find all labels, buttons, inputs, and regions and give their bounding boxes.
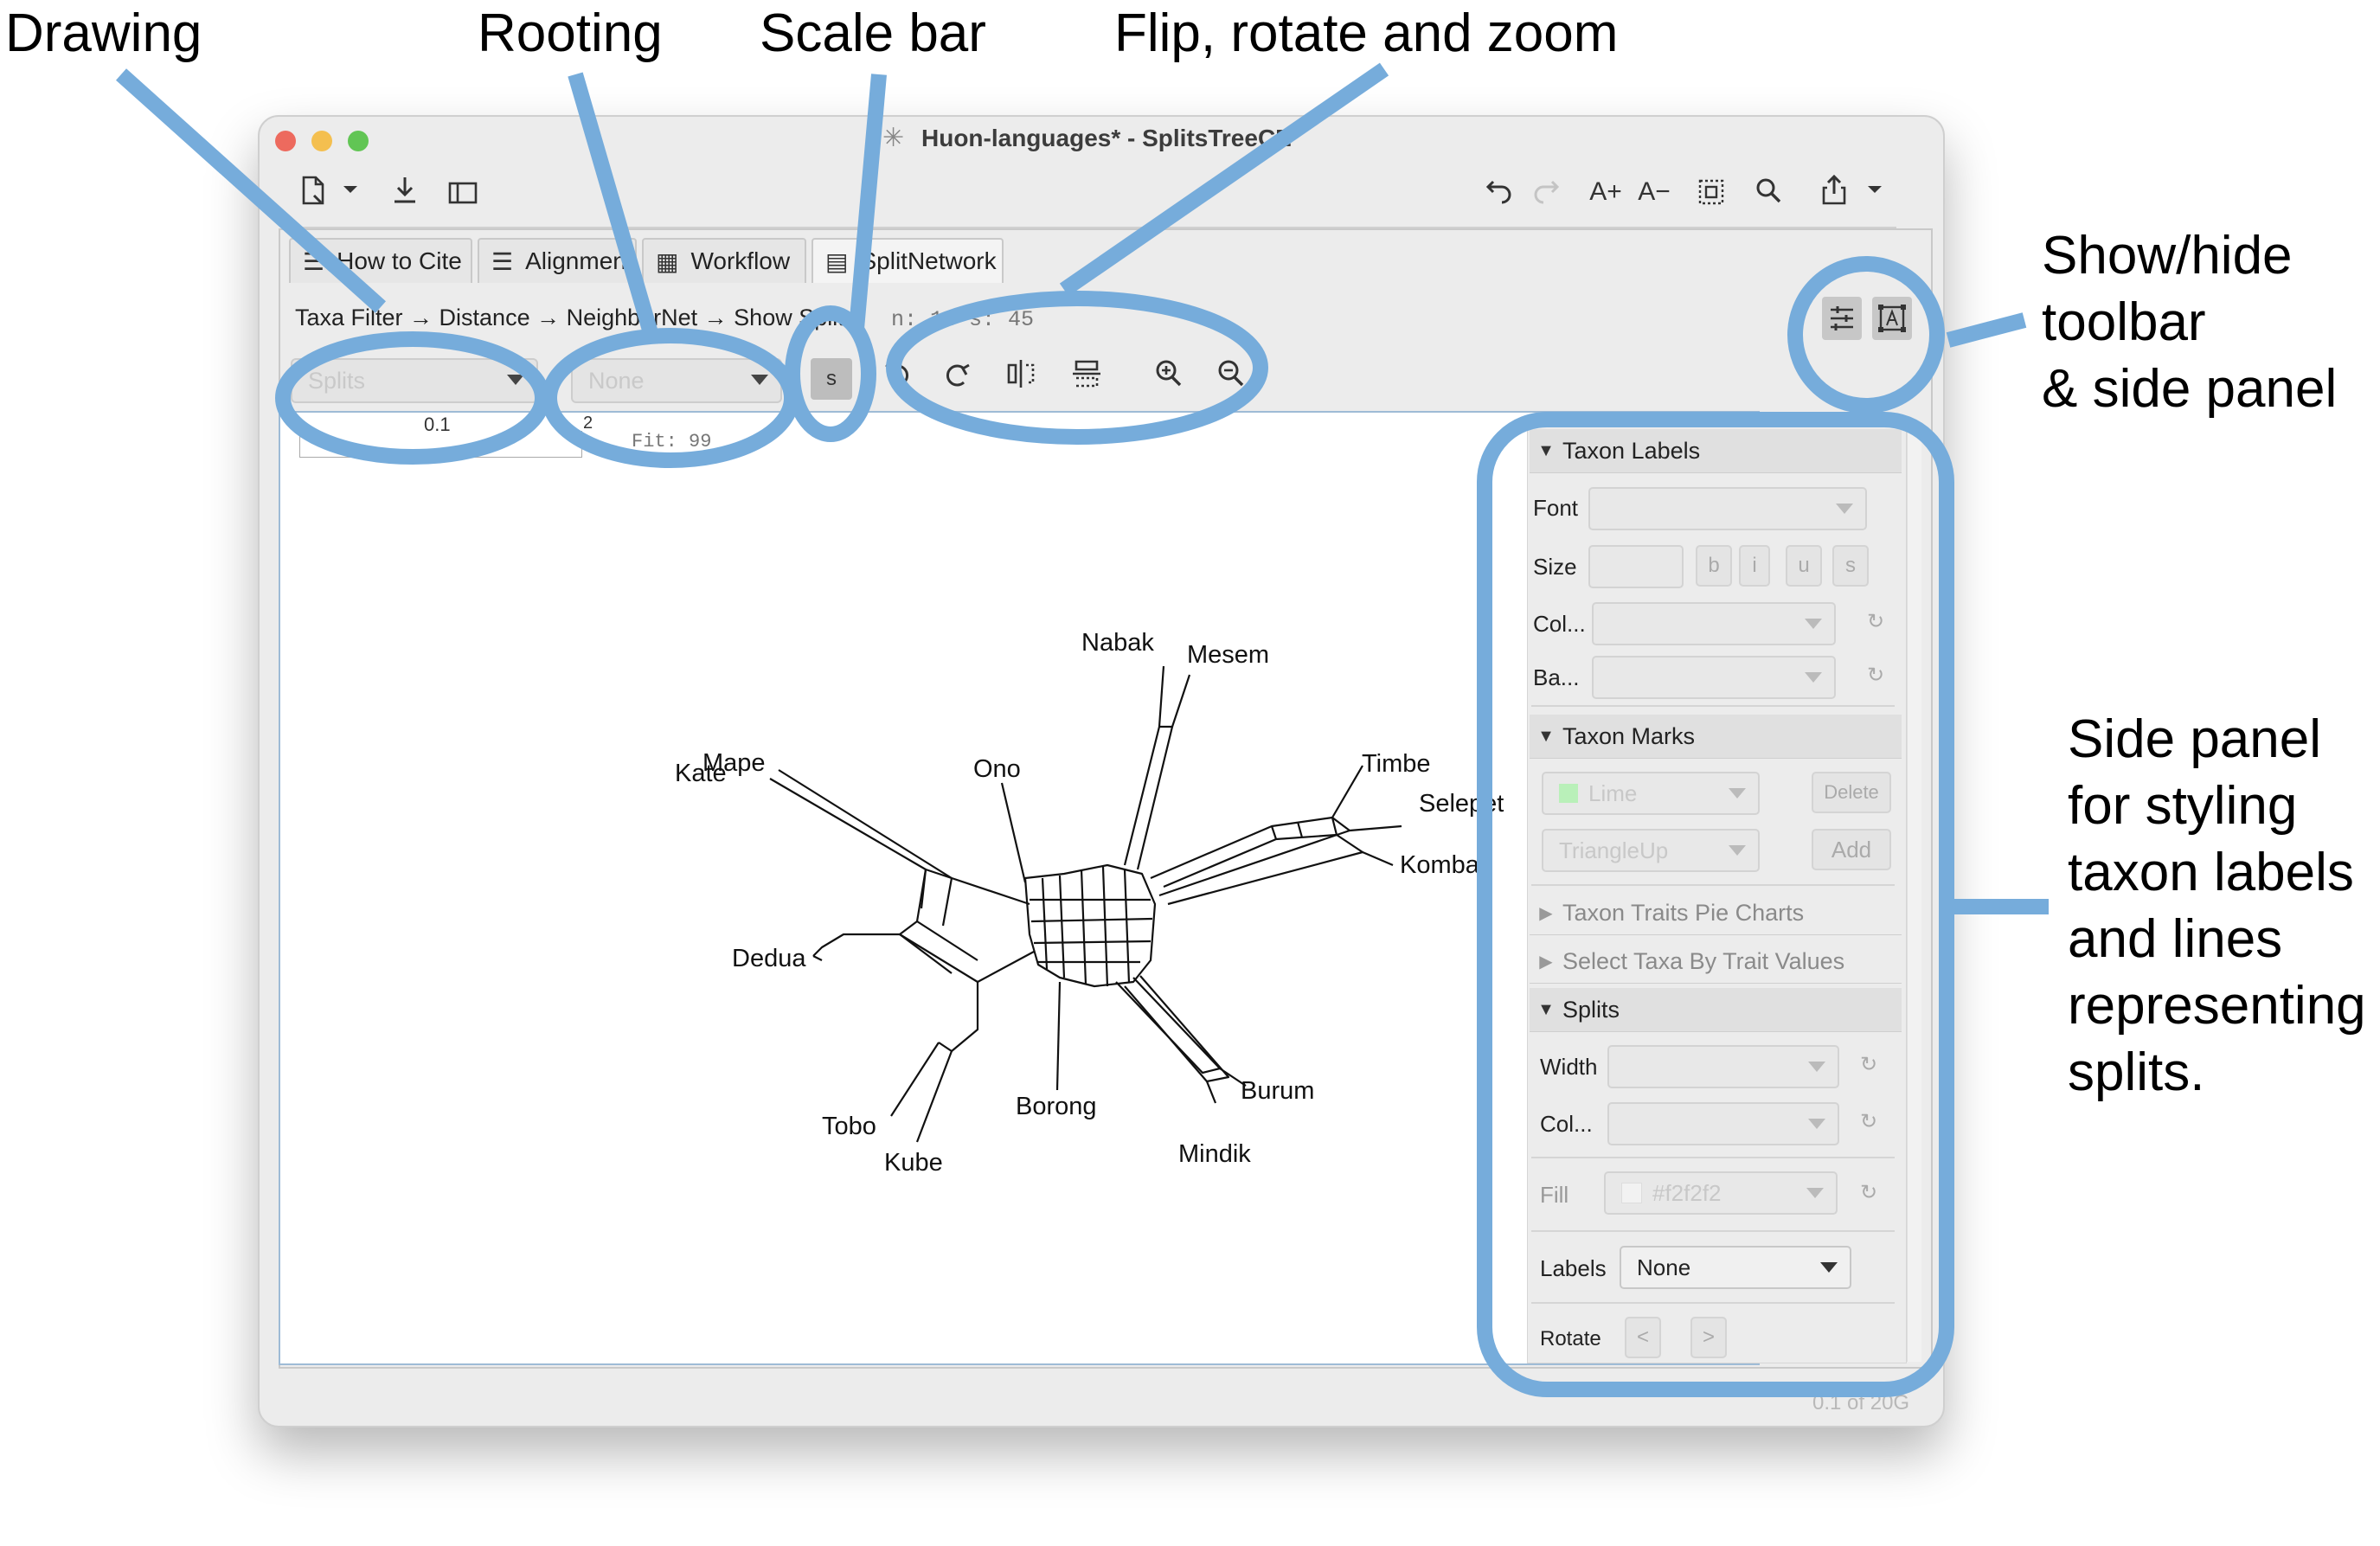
flip-rotate-zoom-pointer [1059, 62, 1389, 297]
drawing-highlight [275, 331, 550, 465]
callout-line: toolbar [2042, 292, 2206, 352]
callout-line: Side panel [2068, 709, 2322, 769]
callout-line: splits. [2068, 1042, 2205, 1102]
callout-flip-rotate-zoom: Flip, rotate and zoom [1114, 3, 1619, 63]
callout-line: representing [2068, 976, 2366, 1036]
callout-line: for styling [2068, 776, 2298, 836]
rooting-pointer [568, 72, 661, 344]
show-hide-pointer [1946, 312, 2027, 348]
callout-line: taxon labels [2068, 843, 2354, 902]
callout-line: and lines [2068, 909, 2283, 969]
callout-line: Show/hide [2042, 226, 2293, 285]
flip-rotate-zoom-highlight [886, 291, 1268, 445]
drawing-pointer [115, 68, 387, 313]
rooting-highlight [542, 328, 799, 468]
callout-rooting: Rooting [478, 3, 663, 63]
callout-side-panel: Side panel for styling taxon labels and … [2068, 706, 2366, 1106]
callout-line: & side panel [2042, 359, 2338, 419]
annotation-overlay [115, 62, 2049, 1397]
scale-bar-pointer [849, 74, 887, 330]
callout-show-hide: Show/hide toolbar & side panel [2042, 222, 2337, 422]
side-panel-highlight [1477, 412, 1954, 1397]
callout-scale-bar: Scale bar [760, 3, 986, 63]
callout-drawing: Drawing [5, 3, 202, 63]
scale-bar-highlight [785, 305, 876, 442]
show-hide-highlight [1787, 256, 1945, 414]
